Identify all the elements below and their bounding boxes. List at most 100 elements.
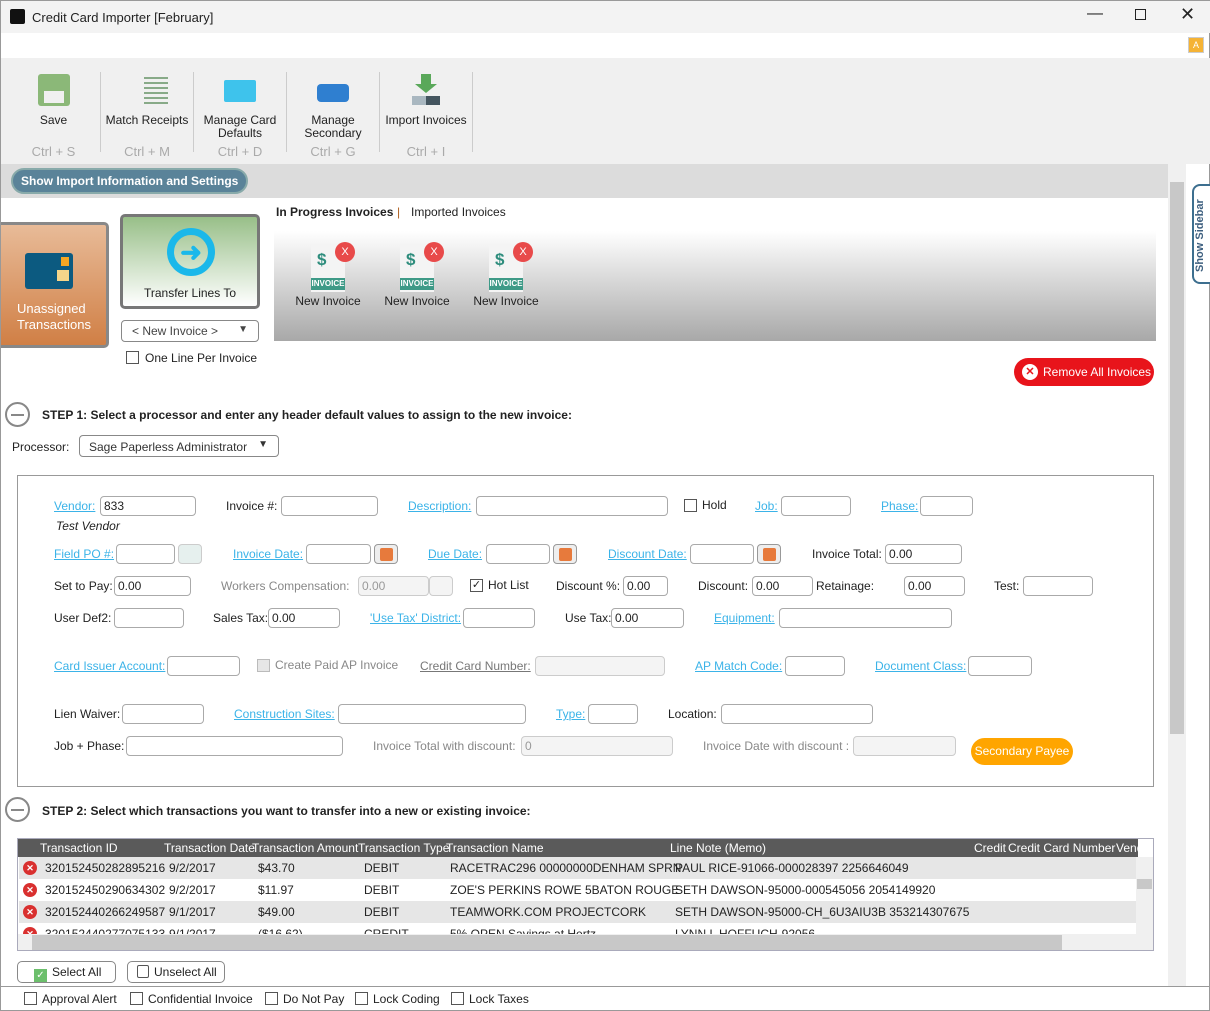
ap-match-code-label[interactable]: AP Match Code: — [695, 659, 782, 673]
equipment-input[interactable] — [779, 608, 952, 628]
column-header-credit[interactable]: Credit — [974, 839, 1006, 857]
lien-waiver-input[interactable] — [122, 704, 204, 724]
calendar-icon[interactable] — [553, 544, 577, 564]
invoice-tile[interactable]: $ INVOICE X New Invoice — [382, 242, 452, 308]
discount-date-label[interactable]: Discount Date: — [608, 547, 687, 561]
approval-alert-checkbox[interactable] — [24, 992, 37, 1005]
invoice-dropdown[interactable]: < New Invoice > ▼ — [121, 320, 259, 342]
tab-in-progress-invoices[interactable]: In Progress Invoices — [276, 205, 393, 219]
hold-checkbox[interactable] — [684, 499, 697, 512]
do-not-pay-checkbox[interactable] — [265, 992, 278, 1005]
field-po-input[interactable] — [116, 544, 175, 564]
calendar-icon[interactable] — [757, 544, 781, 564]
use-tax-district-label[interactable]: 'Use Tax' District: — [370, 611, 461, 625]
one-line-per-invoice-checkbox[interactable] — [126, 351, 139, 364]
column-header-transaction-name[interactable]: Transaction Name — [446, 839, 544, 857]
remove-row-icon[interactable]: ✕ — [23, 883, 37, 897]
column-header-transaction-type[interactable]: Transaction Type — [358, 839, 449, 857]
test-input[interactable] — [1023, 576, 1093, 596]
invoice-total-with-discount-input[interactable]: 0 — [521, 736, 673, 756]
document-class-input[interactable] — [968, 656, 1032, 676]
due-date-label[interactable]: Due Date: — [428, 547, 482, 561]
delete-invoice-icon[interactable]: X — [513, 242, 533, 262]
processor-dropdown[interactable]: Sage Paperless Administrator ▼ — [79, 435, 279, 457]
minimize-button[interactable]: — — [1087, 5, 1103, 23]
invoice-date-label[interactable]: Invoice Date: — [233, 547, 303, 561]
select-all-button[interactable]: ✓ Select All — [17, 961, 116, 983]
tab-imported-invoices[interactable]: Imported Invoices — [411, 205, 506, 219]
calculator-icon[interactable] — [429, 576, 453, 596]
field-po-label[interactable]: Field PO #: — [54, 547, 114, 561]
match-receipts-button[interactable]: Match Receipts Ctrl + M — [101, 58, 193, 159]
job-phase-input[interactable] — [126, 736, 343, 756]
collapse-step2-icon[interactable] — [5, 797, 30, 822]
manage-secondary-button[interactable]: Manage Secondary Ctrl + G — [287, 58, 379, 159]
equipment-label[interactable]: Equipment: — [714, 611, 775, 625]
calendar-icon[interactable] — [374, 544, 398, 564]
unassigned-transactions-tile[interactable]: Unassigned Transactions — [1, 222, 109, 348]
column-header-transaction-id[interactable]: Transaction ID — [40, 839, 118, 857]
description-label[interactable]: Description: — [408, 499, 471, 513]
invoice-date-input[interactable] — [306, 544, 371, 564]
delete-invoice-icon[interactable]: X — [424, 242, 444, 262]
column-header-line-note-memo[interactable]: Line Note (Memo) — [670, 839, 766, 857]
unselect-all-button[interactable]: Unselect All — [127, 961, 225, 983]
save-button[interactable]: Save Ctrl + S — [7, 58, 100, 159]
phase-input[interactable] — [920, 496, 973, 516]
column-header-credit-card-number[interactable]: Credit Card Number — [1008, 839, 1115, 857]
invoice-date-with-discount-input[interactable] — [853, 736, 956, 756]
use-tax-input[interactable]: 0.00 — [611, 608, 684, 628]
import-invoices-button[interactable]: Import Invoices Ctrl + I — [380, 58, 472, 159]
type-input[interactable] — [588, 704, 638, 724]
set-to-pay-input[interactable]: 0.00 — [114, 576, 191, 596]
workers-compensation-input[interactable]: 0.00 — [358, 576, 429, 596]
due-date-input[interactable] — [486, 544, 550, 564]
manage-card-defaults-button[interactable]: Manage Card Defaults Ctrl + D — [194, 58, 286, 159]
construction-sites-input[interactable] — [338, 704, 526, 724]
phase-label[interactable]: Phase: — [881, 499, 918, 513]
table-row[interactable]: ✕ 320152440266249587 9/1/2017 $49.00 DEBIT TE… — [19, 901, 1136, 923]
show-sidebar-tab[interactable]: Show Sidebar — [1192, 184, 1210, 284]
confidential-invoice-checkbox[interactable] — [130, 992, 143, 1005]
type-label[interactable]: Type: — [556, 707, 585, 721]
sales-tax-input[interactable]: 0.00 — [268, 608, 340, 628]
table-horizontal-scrollbar[interactable] — [18, 934, 1153, 950]
create-paid-ap-invoice-checkbox[interactable] — [257, 659, 270, 672]
discount-date-input[interactable] — [690, 544, 754, 564]
discount-input[interactable]: 0.00 — [752, 576, 813, 596]
discount-input[interactable]: 0.00 — [623, 576, 668, 596]
lock-coding-checkbox[interactable] — [355, 992, 368, 1005]
close-button[interactable]: ✕ — [1180, 4, 1195, 25]
scrollbar-thumb[interactable] — [1170, 182, 1184, 734]
invoice-input[interactable] — [281, 496, 378, 516]
card-issuer-account-input[interactable] — [167, 656, 240, 676]
field-po-lookup-icon[interactable] — [178, 544, 202, 564]
table-vertical-scrollbar[interactable] — [1136, 857, 1153, 934]
column-header-transaction-amount[interactable]: Transaction Amount — [252, 839, 358, 857]
transfer-lines-button[interactable]: ➜ Transfer Lines To — [120, 214, 260, 309]
table-row[interactable]: ✕ 320152450290634302 9/2/2017 $11.97 DEBIT ZO… — [19, 879, 1136, 901]
use-tax-district-input[interactable] — [463, 608, 535, 628]
remove-all-invoices-button[interactable]: ✕ Remove All Invoices — [1014, 358, 1154, 386]
credit-card-number-input[interactable] — [535, 656, 665, 676]
invoice-tile[interactable]: $ INVOICE X New Invoice — [293, 242, 363, 308]
hot-list-checkbox[interactable]: ✓ — [470, 579, 483, 592]
user-def2-input[interactable] — [114, 608, 184, 628]
card-issuer-account-label[interactable]: Card Issuer Account: — [54, 659, 165, 673]
delete-invoice-icon[interactable]: X — [335, 242, 355, 262]
job-label[interactable]: Job: — [755, 499, 778, 513]
ap-match-code-input[interactable] — [785, 656, 845, 676]
construction-sites-label[interactable]: Construction Sites: — [234, 707, 335, 721]
column-header-vend[interactable]: Vend — [1116, 839, 1143, 857]
secondary-payee-button[interactable]: Secondary Payee — [971, 738, 1073, 765]
column-header-transaction-date[interactable]: Transaction Date — [164, 839, 255, 857]
remove-row-icon[interactable]: ✕ — [23, 861, 37, 875]
remove-row-icon[interactable]: ✕ — [23, 905, 37, 919]
invoice-total-input[interactable]: 0.00 — [885, 544, 962, 564]
description-input[interactable] — [476, 496, 668, 516]
vendor-input[interactable]: 833 — [100, 496, 196, 516]
job-input[interactable] — [781, 496, 851, 516]
vendor-label[interactable]: Vendor: — [54, 499, 95, 513]
show-import-settings-button[interactable]: Show Import Information and Settings — [11, 168, 249, 194]
document-class-label[interactable]: Document Class: — [875, 659, 966, 673]
